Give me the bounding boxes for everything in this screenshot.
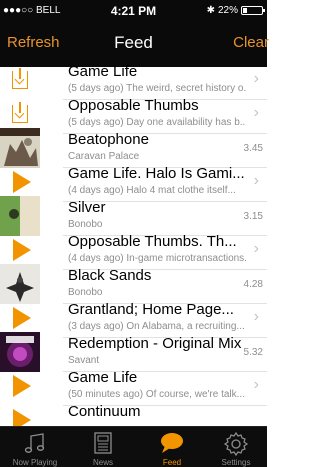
feed-item-title: Redemption - Original Mix (68, 335, 242, 352)
feed-item-title: Black Sands (68, 267, 152, 284)
track-duration: 4.28 (243, 279, 263, 290)
gear-icon (223, 431, 249, 457)
tab-feed[interactable]: Feed (139, 427, 205, 467)
feed-item-subtitle: (50 minutes ago) Of course, we're talk..… (68, 389, 245, 400)
tab-settings[interactable]: Settings (203, 427, 269, 467)
feed-item-title: Opposable Thumbs. Th... (68, 233, 237, 250)
chevron-right-icon: › (253, 308, 259, 325)
tab-bar: Now Playing News Feed Settings (0, 426, 267, 467)
feed-item-title: Grantland; Home Page... (68, 301, 234, 318)
tab-label: Feed (162, 458, 182, 467)
chevron-right-icon: › (253, 172, 259, 189)
feed-item-title: Continuum (68, 403, 141, 420)
feed-item-subtitle: Savant (68, 355, 100, 366)
feed-item-subtitle: (4 days ago) In-game microtransactions..… (68, 253, 246, 264)
battery-icon (241, 6, 265, 15)
tab-now-playing[interactable]: Now Playing (2, 427, 68, 467)
feed-item-subtitle: (5 days ago) Day one availability has b.… (68, 117, 246, 128)
feed-item-subtitle: Caravan Palace (68, 151, 140, 162)
feed-item-title: Game Life (68, 63, 138, 80)
feed-item-title: Silver (68, 199, 106, 216)
feed-item-subtitle: Bonobo (68, 287, 103, 298)
track-duration: 3.15 (243, 211, 263, 222)
chevron-right-icon: › (253, 376, 259, 393)
chat-bubble-icon (161, 433, 183, 453)
tab-news[interactable]: News (70, 427, 136, 467)
feed-item-title: Beatophone (68, 131, 149, 148)
battery-percent: 22% (217, 5, 238, 16)
feed-item-title: Game Life. Halo Is Gami... (68, 165, 245, 182)
play-icon (0, 400, 40, 426)
feed-item-subtitle: (5 days ago) The weird, secret history o… (68, 83, 246, 94)
clear-button[interactable]: Clear (233, 34, 269, 51)
music-note-icon (24, 433, 45, 453)
chevron-right-icon: › (253, 104, 259, 121)
feed-item-subtitle: (4 days ago) Halo 4 mat clothe itself... (68, 185, 236, 196)
feed-item-subtitle: (3 days ago) On Alabama, a recruiting... (68, 321, 245, 332)
feed-list[interactable]: Game Life (5 days ago) The weird, secret … (0, 60, 267, 426)
tab-label: Now Playing (12, 458, 58, 467)
chevron-right-icon: › (253, 70, 259, 87)
track-duration: 5.32 (243, 347, 263, 358)
tab-label: News (92, 458, 113, 467)
feed-item-title: Game Life (68, 369, 138, 386)
status-right: ✱ 22% (206, 5, 265, 16)
feed-item-subtitle: Bonobo (68, 219, 103, 230)
tab-label: Settings (221, 458, 251, 467)
status-bar: ●●●○○ BELL 4:21 PM ✱ 22% (0, 0, 267, 22)
feed-item[interactable]: Continuum (0, 400, 267, 426)
feed-item-title: Opposable Thumbs (68, 97, 199, 114)
chevron-right-icon: › (253, 240, 259, 257)
newspaper-icon (94, 432, 112, 454)
top-bar: ●●●○○ BELL 4:21 PM ✱ 22% Refresh Feed Cl… (0, 0, 269, 67)
battery-fill (243, 8, 247, 13)
page-title: Feed (114, 33, 153, 52)
bluetooth-icon: ✱ (206, 5, 215, 16)
track-duration: 3.45 (243, 143, 263, 154)
